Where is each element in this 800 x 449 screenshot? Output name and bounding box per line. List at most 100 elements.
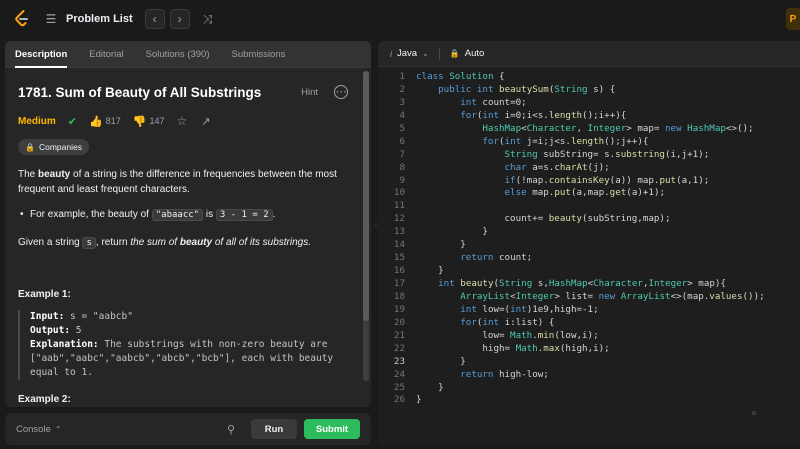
like-count: 817 (105, 116, 121, 126)
code-line[interactable]: 22 high= Math.max(high,i); (378, 343, 800, 356)
code-area[interactable]: 1 class Solution {2 public int beautySum(… (378, 71, 800, 407)
code-text[interactable]: } (405, 226, 488, 239)
panel-splitter-handle[interactable]: ⋮ (372, 220, 380, 229)
problem-list-link[interactable]: Problem List (66, 13, 133, 25)
problem-statement-1: The beauty of a string is the difference… (18, 169, 337, 195)
code-text[interactable]: int low=(int)1e9,high=-1; (405, 304, 598, 317)
hint-button[interactable]: Hint (301, 87, 318, 98)
tab-submissions[interactable]: Submissions (232, 41, 286, 68)
tab-description[interactable]: Description (15, 41, 68, 68)
solved-check-icon: ✔ (67, 115, 77, 128)
line-number: 12 (393, 213, 405, 225)
tab-solutions[interactable]: Solutions (390) (146, 41, 210, 68)
chevron-down-icon[interactable]: ⌄ (422, 49, 429, 58)
code-text[interactable]: } (405, 394, 422, 407)
code-text[interactable]: count+= beauty(subString,map); (405, 213, 671, 226)
toolbar-divider (438, 47, 440, 60)
leetcode-logo-icon[interactable] (12, 9, 32, 29)
code-line[interactable]: 16 } (378, 265, 800, 278)
code-line[interactable]: 21 low= Math.min(low,i); (378, 330, 800, 343)
debug-icon[interactable]: ⚲ (227, 423, 235, 436)
code-line[interactable]: 2 public int beautySum(String s) { (378, 84, 800, 97)
code-text[interactable]: } (405, 382, 444, 395)
code-line[interactable]: 11 (378, 200, 800, 213)
code-line[interactable]: 26} (378, 394, 800, 407)
code-icon: i (390, 48, 392, 59)
line-number: 23 (393, 355, 405, 367)
code-text[interactable]: if(!map.containsKey(a)) map.put(a,1); (405, 175, 710, 188)
submit-button[interactable]: Submit (304, 419, 360, 439)
problem-statement-2: Given a string s, return the sum of beau… (18, 237, 312, 249)
problem-list-icon[interactable]: ☰ (44, 12, 58, 26)
next-problem-button[interactable]: › (169, 9, 190, 29)
code-line[interactable]: 12 count+= beauty(subString,map); (378, 213, 800, 226)
code-text[interactable]: } (405, 356, 466, 369)
code-text[interactable]: } (405, 239, 466, 252)
code-line[interactable]: 17 int beauty(String s,HashMap<Character… (378, 278, 800, 291)
code-line[interactable]: 23 } (378, 356, 800, 369)
code-text[interactable]: else map.put(a,map.get(a)+1); (405, 187, 666, 200)
code-line[interactable]: 25 } (378, 382, 800, 395)
console-toggle[interactable]: Console (16, 424, 51, 435)
code-line[interactable]: 10 else map.put(a,map.get(a)+1); (378, 187, 800, 200)
problem-title[interactable]: 1781. Sum of Beauty of All Substrings (18, 85, 301, 100)
code-text[interactable] (405, 200, 416, 213)
code-text[interactable]: public int beautySum(String s) { (405, 84, 615, 97)
code-text[interactable]: low= Math.min(low,i); (405, 330, 598, 343)
more-options-icon[interactable]: ⋯ (334, 85, 348, 99)
shuffle-icon[interactable]: ⤨ (200, 11, 216, 27)
line-number: 17 (393, 278, 405, 289)
companies-label: Companies (38, 142, 82, 152)
code-text[interactable]: for(int i:list) { (405, 317, 554, 330)
example-1-title: Example 1: (18, 289, 71, 300)
code-line[interactable]: 6 for(int j=i;j<s.length();j++){ (378, 136, 800, 149)
tab-editorial[interactable]: Editorial (89, 41, 123, 68)
thumbs-up-icon[interactable]: 👍 (89, 115, 103, 128)
companies-tag[interactable]: 🔒 Companies (18, 139, 89, 155)
code-text[interactable]: } (405, 265, 444, 278)
code-editor[interactable]: i Java ⌄ 🔒 Auto 1 class Solution {2 publi… (378, 41, 800, 445)
code-text[interactable]: return high-low; (405, 369, 549, 382)
code-line[interactable]: 14 } (378, 239, 800, 252)
code-line[interactable]: 15 return count; (378, 252, 800, 265)
code-text[interactable]: for(int j=i;j<s.length();j++){ (405, 136, 648, 149)
line-number: 14 (393, 239, 405, 251)
premium-button[interactable]: P (786, 8, 800, 30)
code-line[interactable]: 5 HashMap<Character, Integer> map= new H… (378, 123, 800, 136)
code-text[interactable]: char a=s.charAt(j); (405, 162, 610, 175)
run-button[interactable]: Run (251, 419, 297, 439)
code-text[interactable]: String subString= s.substring(i,j+1); (405, 149, 710, 162)
code-line[interactable]: 18 ArrayList<Integer> list= new ArrayLis… (378, 291, 800, 304)
code-text[interactable]: HashMap<Character, Integer> map= new Has… (405, 123, 753, 136)
code-text[interactable]: return count; (405, 252, 532, 265)
lock-icon: 🔒 (25, 142, 35, 152)
auto-mode-label[interactable]: Auto (465, 48, 485, 59)
language-select[interactable]: Java (397, 48, 417, 59)
thumbs-down-icon[interactable]: 👎 (133, 115, 147, 128)
prev-problem-button[interactable]: ‹ (144, 9, 165, 29)
star-icon[interactable]: ☆ (176, 114, 187, 128)
example-1-box: Input: s = "aabcb" Output: 5 Explanation… (18, 310, 348, 380)
line-number: 16 (393, 265, 405, 277)
code-line[interactable]: 9 if(!map.containsKey(a)) map.put(a,1); (378, 175, 800, 188)
code-line[interactable]: 8 char a=s.charAt(j); (378, 162, 800, 175)
code-line[interactable]: 7 String subString= s.substring(i,j+1); (378, 149, 800, 162)
code-line[interactable]: 4 for(int i=0;i<s.length();i++){ (378, 110, 800, 123)
code-text[interactable]: for(int i=0;i<s.length();i++){ (405, 110, 626, 123)
code-line[interactable]: 24 return high-low; (378, 369, 800, 382)
chevron-up-icon[interactable]: ⌃ (55, 425, 62, 434)
description-scrollbar-thumb[interactable] (363, 71, 369, 321)
code-line[interactable]: 13 } (378, 226, 800, 239)
code-text[interactable]: class Solution { (405, 71, 505, 84)
line-number: 22 (393, 342, 405, 354)
code-text[interactable]: int count=0; (405, 97, 526, 110)
code-line[interactable]: 19 int low=(int)1e9,high=-1; (378, 304, 800, 317)
share-icon[interactable]: ↗ (201, 115, 210, 128)
code-text[interactable]: high= Math.max(high,i); (405, 343, 609, 356)
line-number: 25 (393, 381, 405, 393)
code-line[interactable]: 1 class Solution { (378, 71, 800, 84)
code-text[interactable]: int beauty(String s,HashMap<Character,In… (405, 278, 726, 291)
code-line[interactable]: 20 for(int i:list) { (378, 317, 800, 330)
code-text[interactable]: ArrayList<Integer> list= new ArrayList<>… (405, 291, 764, 304)
code-line[interactable]: 3 int count=0; (378, 97, 800, 110)
